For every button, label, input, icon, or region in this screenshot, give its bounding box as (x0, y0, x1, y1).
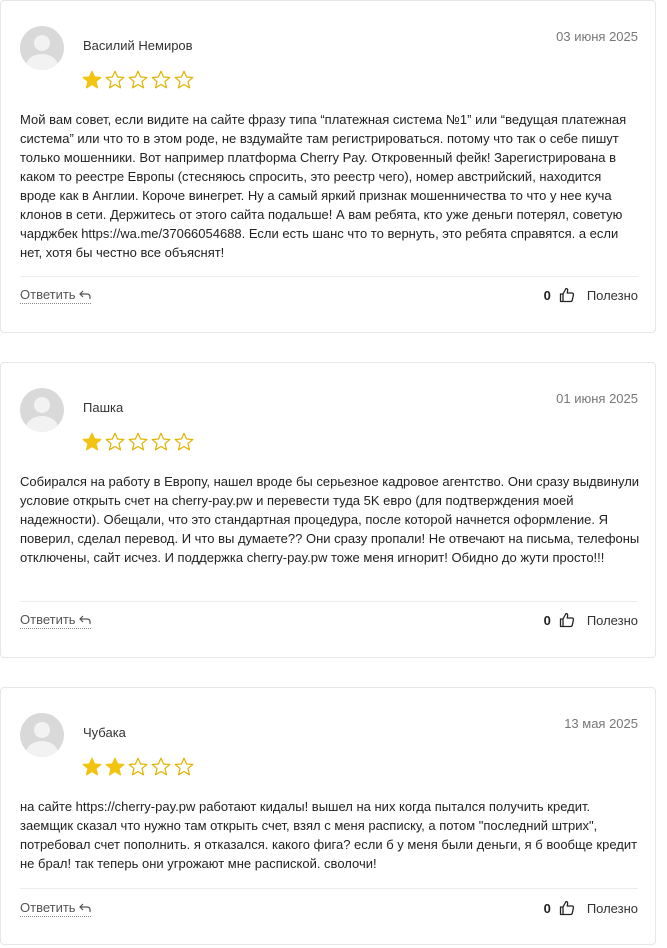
reply-button[interactable]: Ответить (20, 287, 91, 304)
reply-arrow-icon (78, 290, 91, 299)
star-empty-icon (151, 70, 171, 89)
useful-label[interactable]: Полезно (587, 901, 638, 916)
thumbs-up-icon[interactable] (559, 900, 575, 916)
review-author: Пашка (83, 400, 124, 415)
useful-block: 0 Полезно (544, 287, 638, 303)
star-filled-icon (105, 757, 125, 776)
star-filled-icon (82, 70, 102, 89)
review-link[interactable]: https://wa.me/37066054688 (81, 226, 241, 241)
review-date: 01 июня 2025 (556, 391, 638, 406)
rating-stars (82, 757, 194, 777)
star-filled-icon (82, 432, 102, 451)
star-empty-icon (105, 432, 125, 451)
star-empty-icon (151, 432, 171, 451)
likes-count: 0 (543, 900, 551, 916)
star-empty-icon (151, 757, 171, 776)
reply-button[interactable]: Ответить (20, 612, 91, 629)
avatar (20, 26, 64, 70)
avatar (20, 388, 64, 432)
useful-label[interactable]: Полезно (587, 288, 638, 303)
useful-block: 0 Полезно (544, 612, 638, 628)
review-author: Чубака (83, 725, 126, 740)
review-text: Собирался на работу в Европу, нашел врод… (20, 474, 640, 565)
reply-arrow-icon (78, 903, 91, 912)
review-text: Мой вам совет, если видите на сайте фраз… (20, 112, 627, 260)
star-empty-icon (128, 757, 148, 776)
thumbs-up-icon[interactable] (559, 287, 575, 303)
review-card: Чубака 13 мая 2025 на сайте https://cher… (0, 687, 656, 945)
reply-button[interactable]: Ответить (20, 900, 91, 917)
star-empty-icon (105, 70, 125, 89)
reply-arrow-icon (78, 615, 91, 624)
divider (20, 276, 638, 277)
star-empty-icon (174, 432, 194, 451)
star-empty-icon (128, 70, 148, 89)
review-date: 03 июня 2025 (556, 29, 638, 44)
star-empty-icon (174, 70, 194, 89)
review-date: 13 мая 2025 (564, 716, 638, 731)
avatar (20, 713, 64, 757)
useful-label[interactable]: Полезно (587, 613, 638, 628)
likes-count: 0 (543, 287, 551, 303)
star-filled-icon (82, 757, 102, 776)
rating-stars (82, 432, 194, 452)
star-empty-icon (174, 757, 194, 776)
thumbs-up-icon[interactable] (559, 612, 575, 628)
divider (20, 888, 638, 889)
likes-count: 0 (543, 612, 551, 628)
rating-stars (82, 70, 194, 90)
star-empty-icon (128, 432, 148, 451)
review-author: Василий Немиров (83, 38, 193, 53)
divider (20, 601, 638, 602)
useful-block: 0 Полезно (544, 900, 638, 916)
review-card: Пашка 01 июня 2025 Собирался на работу в… (0, 362, 656, 658)
review-card: Василий Немиров 03 июня 2025 Мой вам сов… (0, 0, 656, 333)
review-text: на сайте https://cherry-pay.pw работают … (20, 799, 638, 871)
